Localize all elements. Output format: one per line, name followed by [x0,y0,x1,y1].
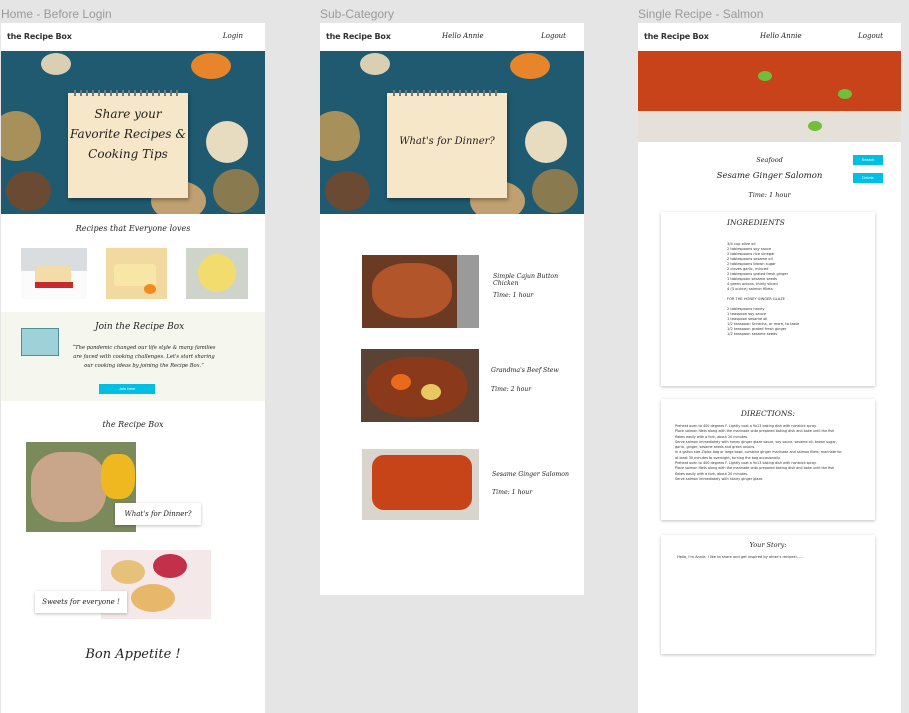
notepad-image: Share your Favorite Recipes & Cooking Ti… [68,90,188,198]
recipe-time: Time: 2 hour [491,386,532,393]
recipe-name[interactable]: Grandma's Beef Stew [491,367,559,374]
direction-step: Serve salmon immediately with honey ging… [675,476,764,481]
directions-heading: DIRECTIONS: [740,409,796,418]
login-link[interactable]: Login [223,32,243,40]
frame-title-single-recipe: Single Recipe - Salmon [638,7,764,21]
sub-navbar: the Recipe Box Hello Annie Logout [320,23,584,51]
direction-step: Place salmon filets along with the marin… [675,429,835,434]
spice-bowl-image [6,171,51,211]
home-navbar: the Recipe Box Login [1,23,265,51]
spice-bowl-image [320,111,360,161]
recipe-time: Time: 1 hour [493,292,534,299]
join-line: are faced with cooking challenges. Let's… [73,354,215,360]
spice-bowl-image [206,121,248,163]
recipe-time: Time: 1 hour [748,191,791,199]
story-heading: Your Story: [749,541,787,549]
spice-bowl-image [41,53,71,75]
logo-text: the Recipe Box [7,32,72,41]
section-heading-loved: Recipes that Everyone loves [75,224,191,233]
single-navbar: the Recipe Box Hello Annie Logout [638,23,901,51]
join-title: Join the Recipe Box [95,322,185,332]
direction-step: Place salmon filets along with the marin… [675,466,835,471]
spice-bowl-image [1,111,41,161]
greeting: Hello Annie [760,32,802,40]
join-line: “The pandemic changed our life style & m… [72,345,216,351]
join-section: Join the Recipe Box “The pandemic change… [1,312,265,401]
hero-line: Share your [94,107,162,121]
ingredients-list: 3/4 cup olive oil 2 tablespoons soy sauc… [727,242,799,337]
ingredient-item: 4 (5 ounce) salmon fillets [727,287,773,291]
closing-message: Bon Appetite ! [85,647,181,662]
spice-bowl-image [510,53,550,79]
directions-list: Preheat oven to 400 degrees F. Lightly c… [675,424,842,482]
sub-hero: What's for Dinner? [320,51,584,214]
dinner-category-card[interactable]: What's for Dinner? [115,503,201,525]
spice-bowl-image [191,53,231,79]
hero-text: What's for Dinner? [399,136,495,147]
search-button[interactable]: Search [853,155,883,165]
hero-line: Favorite Recipes & [69,127,187,141]
recipe-name[interactable]: Simple Cajun Button Chicken [493,273,584,287]
glaze-item: 1/2 teaspoon sesame seeds [727,332,778,336]
home-hero: Share your Favorite Recipes & Cooking Ti… [1,51,265,214]
salmon-hero-photo [638,51,901,142]
home-frame: the Recipe Box Login Share your Favorite… [1,23,265,713]
greeting: Hello Annie [442,32,484,40]
single-recipe-frame: the Recipe Box Hello Annie Logout Seafoo… [638,23,901,713]
spice-bowl-image [360,53,390,75]
logo[interactable]: the Recipe Box [326,32,391,41]
story-text[interactable]: Hello, I'm Annie. I like to share and ge… [677,555,804,560]
logout-link[interactable]: Logout [858,32,883,40]
logo[interactable]: the Recipe Box [7,32,72,41]
join-line: our cooking ideas by joining the Recipe … [84,363,204,369]
direction-step: In a gallon size Ziploc bag or large bow… [675,450,842,455]
ingredients-heading: INGREDIENTS [727,218,785,227]
recipe-name[interactable]: Sesame Ginger Salomon [492,471,569,478]
recipe-thumb-cake[interactable] [21,248,87,299]
recipe-photo-chicken[interactable] [362,255,479,328]
recipe-time: Time: 1 hour [492,489,533,496]
recipe-box-icon [21,328,59,356]
glaze-heading: FOR THE HONEY GINGER GLAZE [727,297,785,301]
join-here-button[interactable]: Join here [99,384,155,394]
hero-line: Cooking Tips [88,147,168,161]
spice-bowl-image [525,121,567,163]
join-text: “The pandemic changed our life style & m… [64,344,224,371]
logo[interactable]: the Recipe Box [644,32,709,41]
recipe-photo-salmon[interactable] [362,449,479,520]
recipe-photo-beef-stew[interactable] [361,349,479,422]
ingredients-card: INGREDIENTS 3/4 cup olive oil 2 tablespo… [661,212,875,386]
logo-text: the Recipe Box [326,32,391,41]
spice-bowl-image [325,171,370,211]
recipe-thumb-sponge-cake[interactable] [186,248,248,299]
section-heading-recipe-box: the Recipe Box [102,420,164,429]
frame-title-home: Home - Before Login [1,7,112,21]
frame-title-subcategory: Sub-Category [320,7,395,21]
recipe-thumb-cheesecake[interactable] [106,248,167,299]
notepad-image: What's for Dinner? [387,90,507,198]
directions-card: DIRECTIONS: Preheat oven to 400 degrees … [661,399,875,520]
subcategory-frame: the Recipe Box Hello Annie Logout What's… [320,23,584,595]
delete-button[interactable]: Delete [853,173,883,183]
spice-bowl-image [213,169,259,213]
sweets-category-card[interactable]: Sweets for everyone ! [35,591,127,613]
spice-bowl-image [532,169,578,213]
logout-link[interactable]: Logout [541,32,566,40]
logo-text: the Recipe Box [644,32,709,41]
your-story-card[interactable]: Your Story: Hello, I'm Annie. I like to … [661,535,875,654]
